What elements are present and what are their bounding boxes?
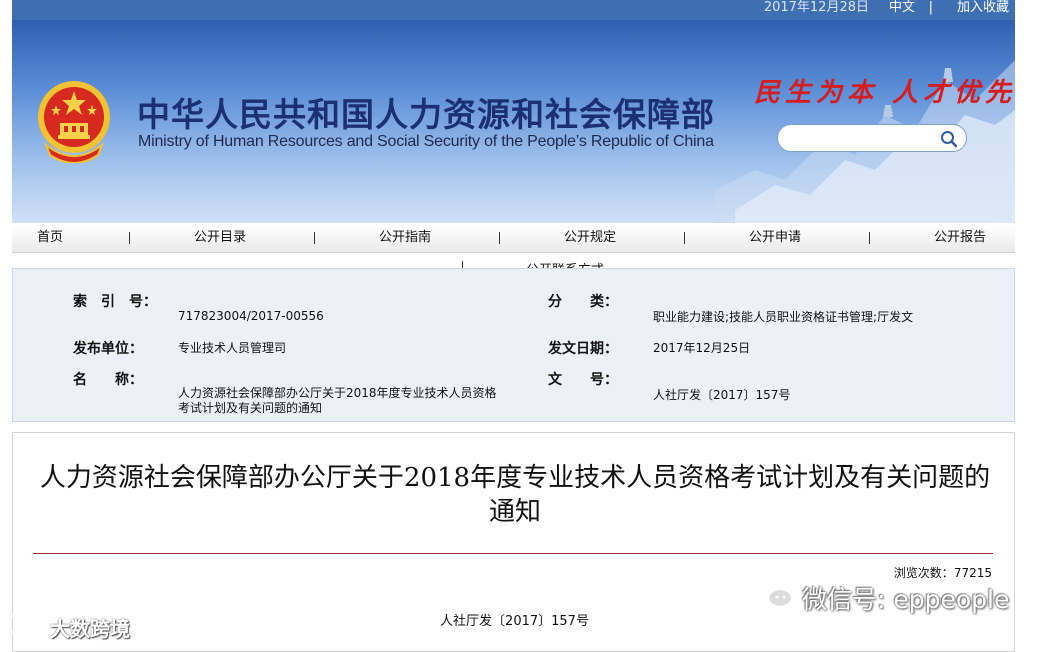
wechat-id: 微信号: eppeople	[802, 585, 1010, 614]
ministry-title-cn: 中华人民共和国人力资源和社会保障部	[137, 95, 715, 134]
views-label: 浏览次数：	[893, 566, 954, 580]
name-value: 人力资源社会保障部办公厅关于2018年度专业技术人员资格考试计划及有关问题的通知	[178, 386, 497, 415]
nav-separator	[684, 232, 685, 244]
nav-report[interactable]: 公开报告	[934, 226, 986, 252]
nav-catalog[interactable]: 公开目录	[194, 226, 246, 252]
document-info-panel: 索 引 号： 717823004/2017-00556 分 类： 职业能力建设;…	[12, 268, 1015, 422]
article-body: 人力资源社会保障部办公厅关于2018年度专业技术人员资格考试计划及有关问题的通知…	[12, 432, 1015, 652]
date-label: 发文日期：	[548, 341, 618, 357]
add-favorite-link[interactable]: 加入收藏	[957, 0, 1009, 18]
docno-value: 人社厅发〔2017〕157号	[653, 388, 791, 402]
topbar-separator: |	[928, 0, 933, 15]
main-nav: 首页 公开目录 公开指南 公开规定 公开申请 公开报告	[12, 226, 1015, 253]
language-link[interactable]: 中文	[889, 0, 915, 18]
index-label: 索 引 号：	[73, 294, 157, 310]
views-count: 77215	[953, 566, 992, 580]
ministry-title-en: Ministry of Human Resources and Social S…	[138, 133, 714, 150]
nav-separator	[314, 232, 315, 244]
nav-apply[interactable]: 公开申请	[749, 226, 801, 252]
wechat-icon	[751, 579, 794, 609]
nav-home[interactable]: 首页	[37, 226, 63, 252]
current-date: 2017年12月28日	[763, 0, 869, 15]
brand-name: 大数跨境	[50, 617, 130, 641]
name-label: 名 称：	[73, 372, 143, 388]
national-emblem-icon	[38, 81, 110, 163]
view-counter: 浏览次数：77215	[894, 564, 992, 581]
category-label: 分 类：	[548, 294, 618, 310]
index-value: 717823004/2017-00556	[178, 309, 324, 323]
top-utility-bar: 2017年12月28日 中文 | 加入收藏	[12, 0, 1015, 20]
category-value: 职业能力建设;技能人员职业资格证书管理;厅发文	[653, 310, 914, 324]
search-box[interactable]	[777, 124, 967, 152]
great-wall-decoration	[715, 60, 1015, 223]
site-banner: 中华人民共和国人力资源和社会保障部 Ministry of Human Reso…	[12, 20, 1015, 223]
nav-separator	[499, 232, 500, 244]
search-icon[interactable]	[940, 130, 958, 148]
title-divider	[33, 553, 993, 554]
search-input[interactable]	[790, 130, 934, 148]
brand-logo-icon	[5, 613, 43, 635]
docno-label: 文 号：	[548, 372, 618, 388]
nav-separator	[869, 232, 870, 244]
publisher-label: 发布单位：	[73, 341, 143, 357]
date-value: 2017年12月25日	[653, 341, 751, 355]
nav-separator	[129, 232, 130, 244]
article-title: 人力资源社会保障部办公厅关于2018年度专业技术人员资格考试计划及有关问题的通知	[39, 463, 991, 527]
nav-rules[interactable]: 公开规定	[564, 226, 616, 252]
nav-guide[interactable]: 公开指南	[379, 226, 431, 252]
slogan: 民生为本 人才优先	[754, 78, 1015, 108]
publisher-value: 专业技术人员管理司	[178, 341, 287, 355]
